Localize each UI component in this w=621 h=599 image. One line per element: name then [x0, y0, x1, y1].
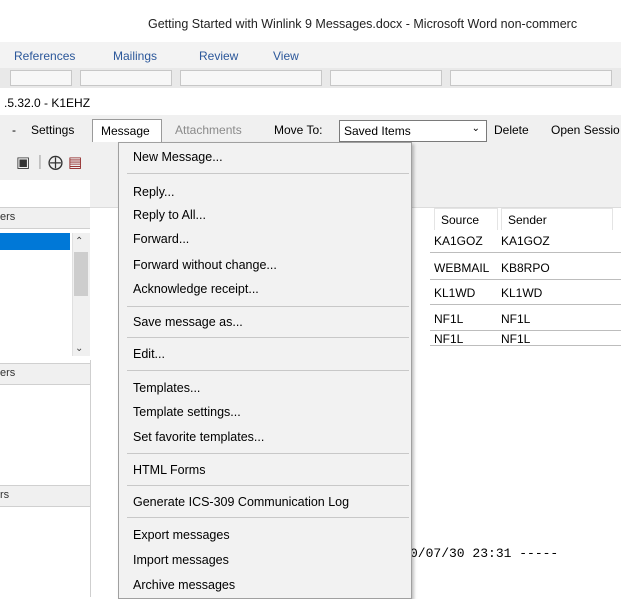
contacts-header-label: ers	[0, 367, 16, 379]
table-row-source[interactable]: NF1L	[430, 308, 498, 331]
menu-separator	[127, 485, 409, 486]
scroll-up-icon[interactable]: ⌃	[75, 236, 83, 247]
menu-separator	[127, 453, 409, 454]
tab-view[interactable]: View	[273, 49, 299, 63]
open-session-button[interactable]: Open Sessio	[551, 123, 620, 137]
menu-item-generate-ics309[interactable]: Generate ICS-309 Communication Log	[133, 495, 349, 509]
delete-button[interactable]: Delete	[494, 123, 529, 137]
scroll-down-icon[interactable]: ⌄	[75, 343, 83, 354]
ribbon-group	[450, 70, 612, 86]
column-header-source-label: Source	[441, 213, 480, 227]
winlink-menubar: - Settings Message Attachments Move To: …	[0, 115, 621, 145]
cell-sender: KB8RPO	[501, 261, 550, 275]
tab-references[interactable]: References	[14, 49, 75, 63]
cell-source: KA1GOZ	[434, 234, 483, 248]
word-ribbon-tabs: References Mailings Review View	[0, 42, 621, 68]
menu-overflow-arrow[interactable]: -	[12, 123, 16, 137]
cell-sender: KA1GOZ	[501, 234, 550, 248]
menu-message-label: Message	[101, 124, 150, 138]
folders-header-label: ers	[0, 211, 16, 223]
cell-sender: KL1WD	[501, 286, 543, 300]
menu-item-save-message-as[interactable]: Save message as...	[133, 315, 243, 329]
menu-item-html-forms[interactable]: HTML Forms	[133, 463, 205, 477]
winlink-window-title: .5.32.0 - K1EHZ	[4, 96, 91, 110]
table-row-sender[interactable]: KL1WD	[497, 282, 621, 305]
move-to-label: Move To:	[274, 123, 323, 137]
contacts-header: ers	[0, 363, 90, 385]
menu-separator	[127, 337, 409, 338]
menu-attachments[interactable]: Attachments	[175, 123, 242, 137]
document-icon[interactable]: ▤	[68, 153, 82, 171]
folder-select-value: Saved Items	[344, 124, 411, 138]
menu-item-acknowledge-receipt[interactable]: Acknowledge receipt...	[133, 282, 259, 296]
menu-separator	[127, 306, 409, 307]
menu-item-reply-all[interactable]: Reply to All...	[133, 208, 206, 222]
position-icon[interactable]: ⨁	[48, 153, 63, 171]
move-to-folder-select[interactable]: Saved Items ⌄	[339, 120, 487, 142]
cell-source: NF1L	[434, 333, 464, 346]
ribbon-group	[10, 70, 72, 86]
folder-scrollbar-thumb[interactable]	[74, 252, 88, 296]
cell-sender: NF1L	[501, 312, 531, 326]
winlink-title-bar: .5.32.0 - K1EHZ	[0, 88, 621, 115]
table-row-sender[interactable]: KA1GOZ	[497, 230, 621, 253]
ribbon-group	[180, 70, 322, 86]
menu-item-forward-without-change[interactable]: Forward without change...	[133, 258, 277, 272]
column-header-sender[interactable]: Sender	[501, 208, 613, 232]
table-row-sender[interactable]: NF1L	[497, 308, 621, 331]
outbox-icon[interactable]: ▣	[16, 153, 30, 171]
menu-item-new-message[interactable]: New Message...	[133, 150, 223, 164]
menu-item-set-favorite-templates[interactable]: Set favorite templates...	[133, 430, 264, 444]
tab-mailings[interactable]: Mailings	[113, 49, 157, 63]
menu-item-templates[interactable]: Templates...	[133, 381, 200, 395]
menu-item-forward[interactable]: Forward...	[133, 232, 189, 246]
cell-source: NF1L	[434, 312, 464, 326]
folders-header: ers	[0, 207, 90, 229]
table-row-sender[interactable]: NF1L	[497, 333, 621, 346]
table-row-source[interactable]: WEBMAIL	[430, 257, 498, 280]
tab-review[interactable]: Review	[199, 49, 238, 63]
chevron-down-icon: ⌄	[471, 123, 480, 134]
menu-item-reply[interactable]: Reply...	[133, 185, 174, 199]
menu-item-edit[interactable]: Edit...	[133, 347, 165, 361]
word-title-bar: Getting Started with Winlink 9 Messages.…	[0, 0, 621, 42]
cell-sender: NF1L	[501, 333, 531, 346]
column-header-source[interactable]: Source	[434, 208, 498, 232]
menu-separator	[127, 173, 409, 174]
toolbar-divider: |	[38, 153, 42, 170]
word-ribbon-strip	[0, 68, 621, 89]
table-row-source[interactable]: NF1L	[430, 333, 498, 346]
table-row-sender[interactable]: KB8RPO	[497, 257, 621, 280]
menu-separator	[127, 517, 409, 518]
ribbon-group	[80, 70, 172, 86]
ribbon-group	[330, 70, 442, 86]
column-header-sender-label: Sender	[508, 213, 547, 227]
table-row-source[interactable]: KA1GOZ	[430, 230, 498, 253]
menu-message[interactable]: Message	[92, 119, 162, 142]
cell-source: KL1WD	[434, 286, 476, 300]
menu-item-archive-messages[interactable]: Archive messages	[133, 578, 235, 592]
filters-header: rs	[0, 485, 90, 507]
cell-source: WEBMAIL	[434, 261, 490, 275]
message-menu-dropdown: New Message... Reply... Reply to All... …	[118, 142, 412, 599]
menu-item-import-messages[interactable]: Import messages	[133, 553, 229, 567]
word-window-title: Getting Started with Winlink 9 Messages.…	[148, 17, 578, 31]
menu-item-export-messages[interactable]: Export messages	[133, 528, 230, 542]
menu-item-template-settings[interactable]: Template settings...	[133, 405, 241, 419]
message-preview-text: 0/07/30 23:31 -----	[410, 546, 559, 561]
menu-separator	[127, 370, 409, 371]
table-row-source[interactable]: KL1WD	[430, 282, 498, 305]
menu-settings[interactable]: Settings	[31, 123, 74, 137]
selected-folder-item[interactable]	[0, 233, 70, 250]
filters-header-label: rs	[0, 489, 10, 501]
